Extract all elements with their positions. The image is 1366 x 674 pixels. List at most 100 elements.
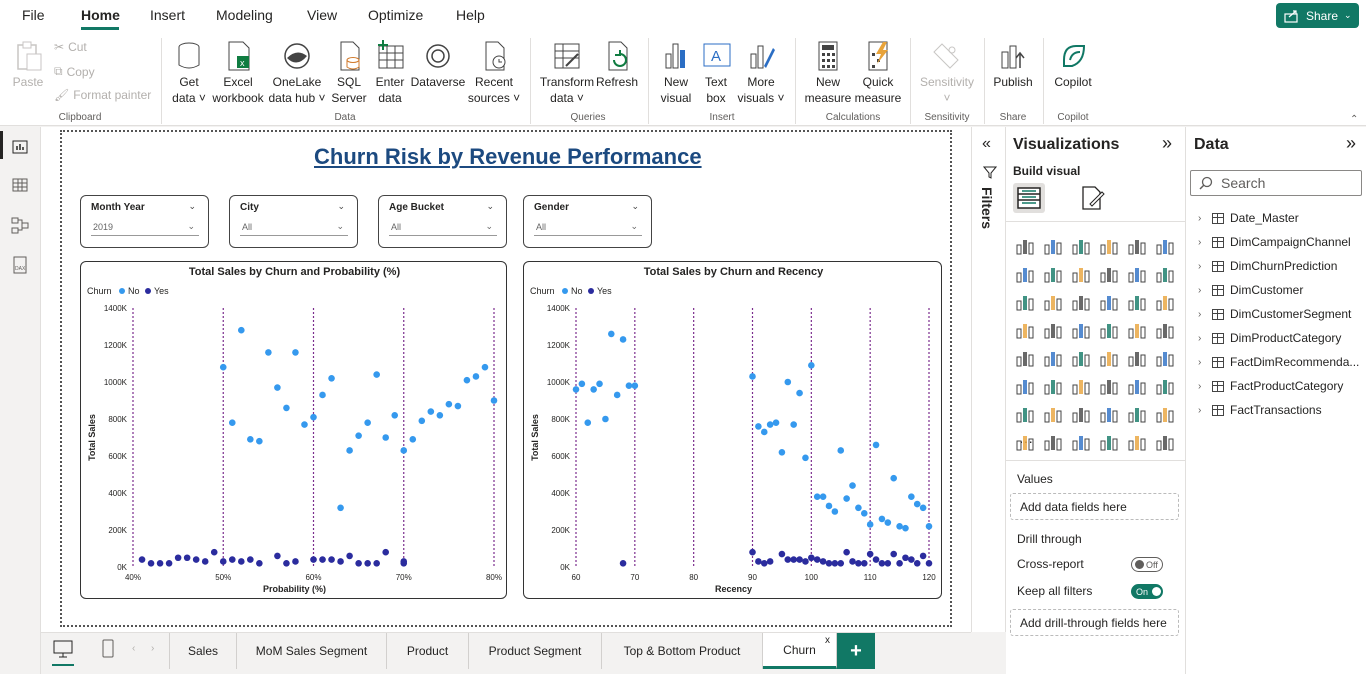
visual-type-icon[interactable] [1154, 347, 1176, 369]
visual-type-icon[interactable] [1126, 291, 1148, 313]
drill-through-drop-zone[interactable]: Add drill-through fields here [1010, 609, 1179, 636]
chevron-down-icon[interactable]: ⌄ [188, 201, 196, 212]
menu-insert[interactable]: Insert [150, 7, 185, 23]
data-table-item[interactable]: › DimProductCategory [1198, 331, 1341, 345]
slicer-age-bucket[interactable]: Age Bucket ⌄ All ⌄ [378, 195, 507, 248]
visual-type-icon[interactable] [1154, 375, 1176, 397]
slicer-dropdown[interactable]: 2019 ⌄ [91, 219, 199, 236]
recent-sources-button[interactable]: Recent sources ˅ [466, 40, 522, 106]
table-view-icon[interactable] [10, 175, 30, 195]
close-tab-icon[interactable]: x [825, 635, 830, 646]
menu-optimize[interactable]: Optimize [368, 7, 423, 23]
visual-type-icon[interactable] [1070, 319, 1092, 341]
excel-workbook-button[interactable]: x Excel workbook [210, 40, 266, 106]
visual-type-icon[interactable] [1154, 431, 1176, 453]
data-table-item[interactable]: › Date_Master [1198, 211, 1299, 225]
copy-button[interactable]: ⧉ Copy [54, 64, 95, 79]
new-measure-button[interactable]: New measure [803, 40, 853, 106]
format-painter-button[interactable]: 🖌 Format painter [54, 88, 151, 102]
visual-type-icon[interactable] [1070, 263, 1092, 285]
sql-server-button[interactable]: SQL Server [328, 40, 370, 106]
copilot-button[interactable]: Copilot [1049, 40, 1097, 90]
visual-type-icon[interactable] [1014, 375, 1036, 397]
chevron-down-icon[interactable]: ⌄ [337, 201, 345, 212]
visual-type-icon[interactable] [1098, 347, 1120, 369]
visual-type-icon[interactable] [1070, 291, 1092, 313]
paste-button[interactable]: Paste [10, 40, 46, 90]
scroll-left-icon[interactable]: ‹ [132, 643, 135, 654]
menu-view[interactable]: View [307, 7, 337, 23]
collapse-ribbon-icon[interactable]: ⌃ [1350, 114, 1358, 125]
scroll-right-icon[interactable]: › [151, 643, 154, 654]
visual-type-icon[interactable] [1126, 263, 1148, 285]
refresh-button[interactable]: Refresh [596, 40, 638, 90]
mobile-layout-icon[interactable] [101, 639, 115, 662]
cut-button[interactable]: ✂ Cut [54, 40, 87, 54]
tab-product-segment[interactable]: Product Segment [469, 633, 602, 669]
visual-type-icon[interactable] [1098, 291, 1120, 313]
data-table-item[interactable]: › DimCampaignChannel [1198, 235, 1351, 249]
quick-measure-button[interactable]: Quick measure [853, 40, 903, 106]
values-drop-zone[interactable]: Add data fields here [1010, 493, 1179, 520]
slicer-gender[interactable]: Gender ⌄ All ⌄ [523, 195, 652, 248]
tab-product[interactable]: Product [387, 633, 469, 669]
get-data-button[interactable]: Get data ˅ [168, 40, 210, 106]
data-table-item[interactable]: › FactProductCategory [1198, 379, 1343, 393]
visual-type-icon[interactable] [1098, 235, 1120, 257]
enter-data-button[interactable]: Enter data [370, 40, 410, 106]
slicer-city[interactable]: City ⌄ All ⌄ [229, 195, 358, 248]
visual-type-icon[interactable] [1126, 375, 1148, 397]
collapse-icon[interactable]: » [1162, 133, 1172, 154]
data-table-item[interactable]: › FactTransactions [1198, 403, 1322, 417]
visual-type-icon[interactable] [1154, 403, 1176, 425]
data-table-item[interactable]: › DimCustomerSegment [1198, 307, 1351, 321]
data-table-item[interactable]: › FactDimRecommenda... [1198, 355, 1359, 369]
visual-type-icon[interactable] [1014, 235, 1036, 257]
menu-help[interactable]: Help [456, 7, 485, 23]
visual-type-icon[interactable] [1042, 263, 1064, 285]
visual-type-icon[interactable] [1098, 263, 1120, 285]
visual-type-icon[interactable] [1042, 235, 1064, 257]
chevron-down-icon[interactable]: ⌄ [631, 201, 639, 212]
visual-type-icon[interactable] [1070, 431, 1092, 453]
visual-type-icon[interactable] [1126, 431, 1148, 453]
expand-icon[interactable]: « [982, 135, 991, 153]
sensitivity-button[interactable]: Sensitivity ˅ [916, 40, 978, 106]
add-page-button[interactable]: + [837, 633, 875, 669]
visual-type-icon[interactable] [1070, 403, 1092, 425]
visual-type-icon[interactable] [1154, 319, 1176, 341]
keep-all-filters-toggle[interactable]: On [1131, 584, 1163, 599]
visual-type-icon[interactable] [1098, 431, 1120, 453]
visual-type-icon[interactable] [1042, 319, 1064, 341]
menu-modeling[interactable]: Modeling [216, 7, 273, 23]
menu-home[interactable]: Home [81, 7, 120, 23]
format-visual-tab[interactable] [1078, 184, 1106, 215]
chevron-down-icon[interactable]: ⌄ [486, 201, 494, 212]
visual-type-icon[interactable] [1154, 263, 1176, 285]
visual-type-icon[interactable] [1070, 235, 1092, 257]
visual-type-icon[interactable] [1154, 235, 1176, 257]
scatter-chart-probability[interactable]: Total Sales by Churn and Probability (%)… [80, 261, 507, 599]
publish-button[interactable]: Publish [990, 40, 1036, 90]
visual-type-icon[interactable] [1014, 319, 1036, 341]
search-input[interactable]: Search [1190, 170, 1362, 196]
visual-type-icon[interactable] [1042, 347, 1064, 369]
tab-top-bottom-product[interactable]: Top & Bottom Product [602, 633, 763, 669]
visual-type-icon[interactable] [1126, 319, 1148, 341]
data-table-item[interactable]: › DimChurnPrediction [1198, 259, 1337, 273]
visual-type-icon[interactable] [1126, 347, 1148, 369]
build-visual-tab[interactable] [1013, 183, 1045, 213]
visual-type-icon[interactable] [1126, 403, 1148, 425]
transform-data-button[interactable]: Transform data ˅ [538, 40, 596, 106]
tab-mom-sales-segment[interactable]: MoM Sales Segment [237, 633, 387, 669]
visual-type-icon[interactable] [1014, 431, 1036, 453]
collapse-icon[interactable]: » [1346, 133, 1356, 154]
visual-type-icon[interactable] [1014, 291, 1036, 313]
tab-sales[interactable]: Sales [169, 633, 237, 669]
scatter-chart-recency[interactable]: Total Sales by Churn and Recency Churn No Y… [523, 261, 942, 599]
slicer-month-year[interactable]: Month Year ⌄ 2019 ⌄ [80, 195, 209, 248]
visual-type-icon[interactable] [1042, 291, 1064, 313]
visual-type-icon[interactable] [1042, 403, 1064, 425]
model-view-icon[interactable] [10, 215, 30, 235]
new-visual-button[interactable]: New visual [656, 40, 696, 106]
